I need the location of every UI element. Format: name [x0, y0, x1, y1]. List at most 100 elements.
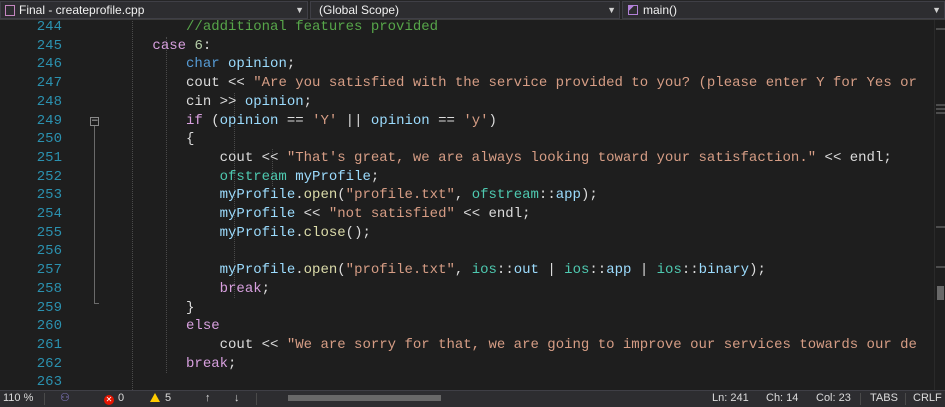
- code-token: ios: [656, 262, 682, 279]
- line-number: 248: [36, 93, 62, 110]
- line-number: 257: [36, 262, 62, 279]
- fold-region-line: [94, 125, 95, 303]
- column-indicator[interactable]: Col: 23: [816, 391, 851, 406]
- code-line[interactable]: myProfile.open("profile.txt", ios::out |…: [102, 261, 766, 280]
- line-number: 256: [36, 243, 62, 260]
- code-token: );: [749, 262, 766, 279]
- code-token: ==: [278, 112, 313, 129]
- line-indicator[interactable]: Ln: 241: [712, 391, 749, 406]
- code-token: {: [102, 131, 195, 148]
- code-line[interactable]: {: [102, 130, 194, 149]
- project-file-dropdown[interactable]: Final - createprofile.cpp ▼: [0, 1, 308, 19]
- code-token: |: [631, 262, 657, 279]
- line-number: 260: [36, 318, 62, 335]
- zoom-level[interactable]: 110 %: [3, 391, 33, 406]
- chevron-down-icon[interactable]: ▼: [607, 2, 616, 18]
- line-ending-mode[interactable]: CRLF: [913, 391, 942, 406]
- line-number: 251: [36, 149, 62, 166]
- code-line[interactable]: myProfile << "not satisfied" << endl;: [102, 205, 531, 224]
- code-token: myProfile: [219, 187, 296, 204]
- code-token: << endl;: [816, 149, 892, 166]
- code-token: ): [488, 112, 497, 129]
- code-token: "That's great, we are always looking tow…: [286, 149, 817, 166]
- line-number: 262: [36, 355, 62, 372]
- collapse-toggle-icon[interactable]: −: [90, 116, 99, 126]
- code-token: (: [337, 187, 346, 204]
- code-token: open: [303, 187, 338, 204]
- char-indicator[interactable]: Ch: 14: [766, 391, 798, 406]
- warning-count-button[interactable]: 5: [150, 391, 171, 406]
- line-number: 244: [36, 19, 62, 35]
- editor-status-bar: 110 % ⚇ ✕ 0 5 ↑ ↓ Ln: 241 Ch: 14 Col: 23 …: [0, 390, 945, 407]
- code-token: "Are you satisfied with the service prov…: [253, 75, 917, 92]
- code-token: close: [303, 224, 346, 241]
- code-token: ::: [538, 187, 556, 204]
- code-token: break: [219, 280, 262, 297]
- line-number: 259: [36, 299, 62, 316]
- next-issue-arrow-icon[interactable]: ↓: [234, 391, 240, 406]
- code-token: 6: [194, 37, 203, 54]
- code-token: opinion: [370, 112, 430, 129]
- code-line[interactable]: //additional features provided: [102, 20, 438, 37]
- fold-region-end: [94, 302, 99, 304]
- code-token: app: [606, 262, 632, 279]
- code-token: ::: [589, 262, 607, 279]
- code-line[interactable]: cout << "That's great, we are always loo…: [102, 149, 892, 168]
- code-token: open: [303, 262, 338, 279]
- code-line[interactable]: myProfile.open("profile.txt", ofstream::…: [102, 186, 598, 205]
- member-dropdown[interactable]: main() ▼: [622, 1, 945, 19]
- code-line[interactable]: char opinion;: [102, 55, 295, 74]
- code-line[interactable]: else: [102, 317, 220, 336]
- code-line[interactable]: ofstream myProfile;: [102, 168, 380, 187]
- scrollbar-marker: [936, 108, 945, 110]
- scrollbar-marker: [936, 104, 945, 106]
- line-number: 255: [36, 224, 62, 241]
- code-line[interactable]: cout << "Are you satisfied with the serv…: [102, 74, 917, 93]
- code-line[interactable]: if (opinion == 'Y' || opinion == 'y'): [102, 112, 497, 131]
- warning-triangle-icon: [150, 393, 160, 402]
- copilot-icon[interactable]: ⚇: [60, 391, 70, 406]
- cpp-file-icon: [5, 5, 15, 16]
- vertical-scrollbar[interactable]: [934, 20, 945, 390]
- previous-issue-arrow-icon[interactable]: ↑: [205, 391, 211, 406]
- horizontal-scroll-thumb[interactable]: [288, 395, 441, 401]
- chevron-down-icon[interactable]: ▼: [932, 2, 941, 18]
- code-token: myProfile: [219, 206, 296, 222]
- code-line[interactable]: break;: [102, 280, 270, 299]
- code-line[interactable]: }: [102, 299, 194, 318]
- code-token: ofstream: [471, 187, 539, 204]
- separator: [905, 393, 906, 405]
- code-token: .: [295, 224, 304, 241]
- code-token: opinion: [228, 56, 287, 73]
- line-number: 252: [36, 168, 62, 185]
- code-line[interactable]: break;: [102, 355, 236, 374]
- vertical-scroll-thumb[interactable]: [937, 286, 944, 300]
- line-number: 261: [36, 336, 62, 353]
- line-number: 258: [36, 280, 62, 297]
- chevron-down-icon[interactable]: ▼: [295, 2, 304, 18]
- code-token: << endl;: [454, 206, 531, 222]
- code-token: ||: [337, 112, 371, 129]
- code-editor[interactable]: //additional features provided case 6: c…: [102, 20, 934, 390]
- code-line[interactable]: cin >> opinion;: [102, 93, 312, 112]
- code-token: "profile.txt": [345, 187, 455, 204]
- scrollbar-marker: [936, 266, 945, 268]
- code-token: 'Y': [312, 112, 338, 129]
- code-token: ;: [370, 168, 380, 185]
- error-count-button[interactable]: ✕ 0: [104, 391, 124, 406]
- code-line[interactable]: myProfile.close();: [102, 224, 371, 243]
- code-token: ();: [345, 224, 371, 241]
- code-token: ;: [303, 93, 313, 110]
- code-token: char: [186, 56, 220, 73]
- error-count: 0: [118, 392, 125, 404]
- scope-dropdown[interactable]: (Global Scope) ▼: [310, 1, 620, 19]
- indentation-mode[interactable]: TABS: [870, 391, 898, 406]
- code-line[interactable]: case 6:: [102, 37, 211, 56]
- code-line[interactable]: cout << "We are sorry for that, we are g…: [102, 336, 917, 355]
